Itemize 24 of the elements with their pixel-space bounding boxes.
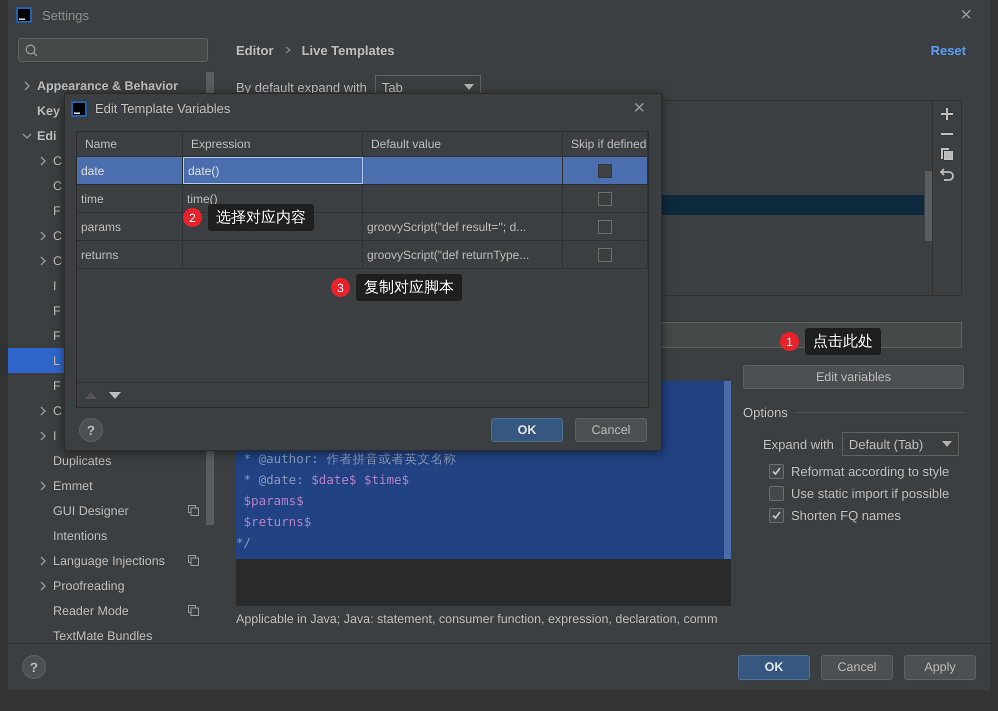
window-title: Settings — [42, 8, 90, 22]
table-cell: groovyScript("def returnType... — [363, 241, 563, 268]
code-line: * @author: 作者拼音或者英文名称 — [242, 450, 458, 468]
annotation-tooltip: 选择对应内容 — [208, 204, 314, 231]
code-line: $returns$ — [242, 513, 312, 531]
table-cell: returns — [77, 241, 183, 268]
options-heading: Options — [743, 405, 788, 420]
annotation-tooltip: 点击此处 — [805, 328, 881, 355]
checkbox-label: Use static import if possible — [791, 486, 950, 500]
expand-label: By default expand with — [236, 80, 367, 94]
table-cell: date — [77, 157, 183, 184]
table-cell: params — [77, 213, 183, 240]
breadcrumb-item: Live Templates — [302, 42, 395, 58]
code-line: */ — [236, 534, 252, 552]
applicable-contexts: Applicable in Java; Java: statement, consumer function, expression, declaration, comm — [236, 612, 718, 626]
expand-with-label: Expand with — [763, 436, 834, 452]
code-line: * @date: $date$ $time$ — [242, 471, 410, 489]
table-cell: groovyScript("def result=''; d... — [363, 213, 563, 240]
checkbox-label: Reformat according to style — [791, 464, 950, 478]
annotation-tooltip: 复制对应脚本 — [356, 274, 462, 301]
checkbox-label: Shorten FQ names — [791, 508, 901, 522]
table-cell: time — [77, 185, 183, 212]
dialog-title: Edit Template Variables — [95, 101, 232, 116]
code-line: $params$ — [242, 492, 305, 510]
